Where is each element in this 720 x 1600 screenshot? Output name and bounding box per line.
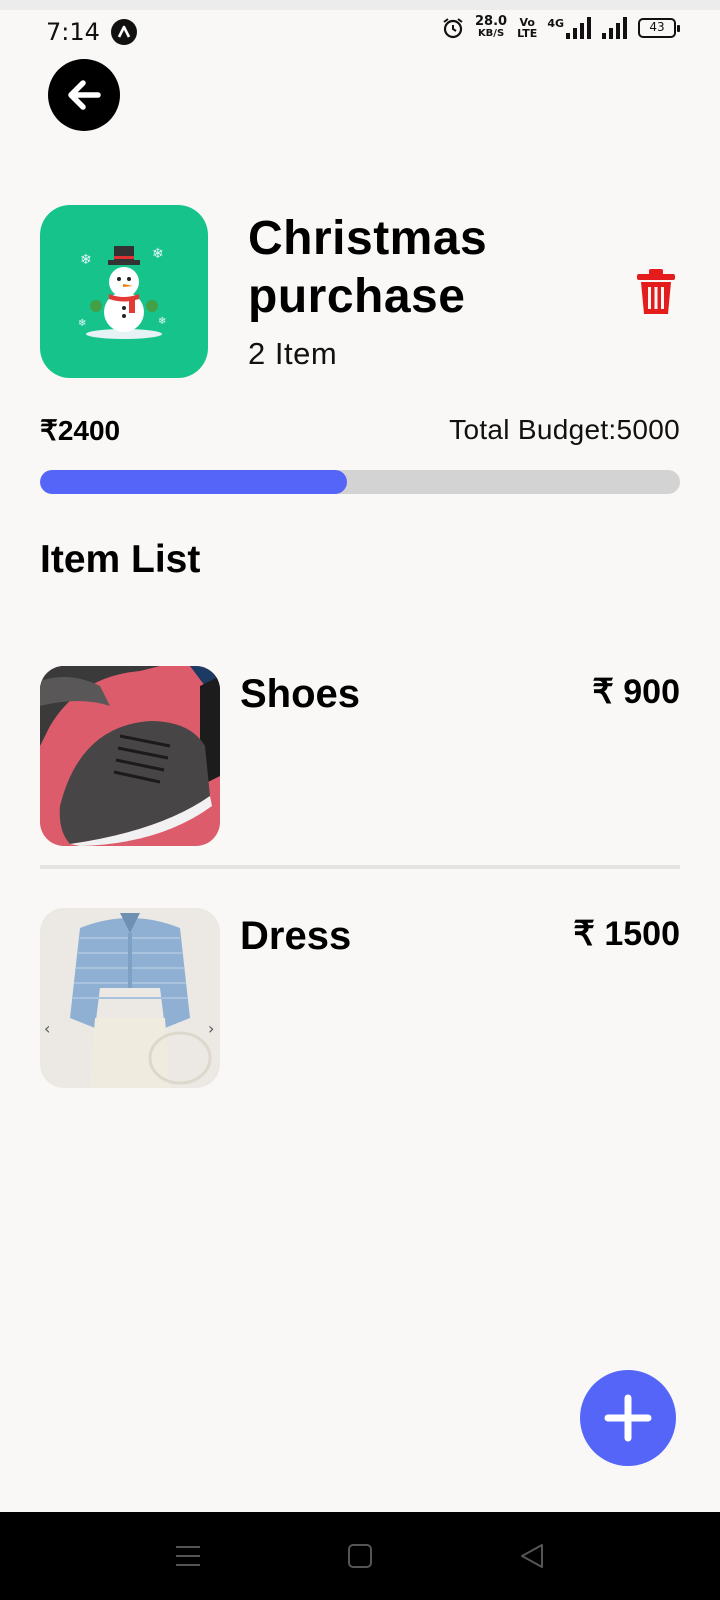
delete-button[interactable] bbox=[636, 268, 676, 316]
budget-progress-bar bbox=[40, 470, 680, 494]
signal-strength-icon-1: 4G bbox=[547, 17, 592, 39]
total-budget: Total Budget:5000 bbox=[449, 414, 680, 445]
list-title: Christmas purchase bbox=[248, 212, 488, 323]
svg-text:❄: ❄ bbox=[152, 246, 164, 262]
section-title: Item List bbox=[40, 538, 201, 581]
snowman-icon: ❄ ❄ ❄ ❄ bbox=[78, 245, 166, 339]
item-price: ₹ 900 bbox=[592, 673, 680, 711]
list-item[interactable]: ‹ › Dress ₹ 1500 bbox=[40, 908, 680, 1150]
category-thumbnail: ❄ ❄ ❄ ❄ bbox=[40, 205, 208, 378]
item-list: Shoes ₹ 900 ‹ › Dress ₹ 1500 bbox=[40, 666, 680, 1150]
status-time: 7:14 bbox=[46, 18, 100, 46]
item-price: ₹ 1500 bbox=[573, 915, 680, 953]
item-image bbox=[40, 666, 220, 846]
plus-icon bbox=[604, 1394, 652, 1442]
svg-text:❄: ❄ bbox=[78, 318, 86, 329]
item-count: 2 Item bbox=[248, 336, 338, 371]
status-icons: 28.0 KB/S Vo LTE 4G 43 bbox=[441, 14, 680, 40]
item-name: Shoes bbox=[240, 672, 361, 716]
trash-icon bbox=[637, 269, 675, 314]
svg-text:‹: ‹ bbox=[44, 1019, 50, 1038]
budget-progress-fill bbox=[40, 470, 348, 494]
signal-strength-icon-2 bbox=[602, 17, 627, 39]
volte-indicator: Vo LTE bbox=[517, 16, 538, 40]
network-speed: 28.0 KB/S bbox=[475, 14, 508, 39]
system-navigation-bar bbox=[0, 1512, 720, 1600]
alarm-icon bbox=[443, 18, 463, 39]
svg-text:›: › bbox=[208, 1019, 214, 1038]
back-button[interactable] bbox=[48, 59, 120, 131]
spent-amount: ₹2400 bbox=[40, 415, 121, 446]
home-icon[interactable] bbox=[346, 1542, 374, 1570]
add-item-button[interactable] bbox=[580, 1370, 676, 1466]
arrow-left-icon bbox=[68, 80, 101, 110]
status-bar: 7:14 28.0 KB/S Vo LTE 4G 43 bbox=[0, 10, 720, 54]
dress-image: ‹ › bbox=[40, 908, 220, 1088]
list-item[interactable]: Shoes ₹ 900 bbox=[40, 666, 680, 908]
item-image: ‹ › bbox=[40, 908, 220, 1088]
shoe-image bbox=[40, 666, 220, 846]
svg-text:❄: ❄ bbox=[158, 316, 166, 327]
back-nav-icon[interactable] bbox=[518, 1542, 546, 1570]
app-notification-icon bbox=[111, 19, 137, 45]
battery-icon: 43 bbox=[638, 18, 680, 38]
menu-icon[interactable] bbox=[174, 1542, 202, 1570]
top-strip bbox=[0, 0, 720, 10]
item-name: Dress bbox=[240, 914, 352, 958]
svg-text:❄: ❄ bbox=[80, 252, 92, 268]
